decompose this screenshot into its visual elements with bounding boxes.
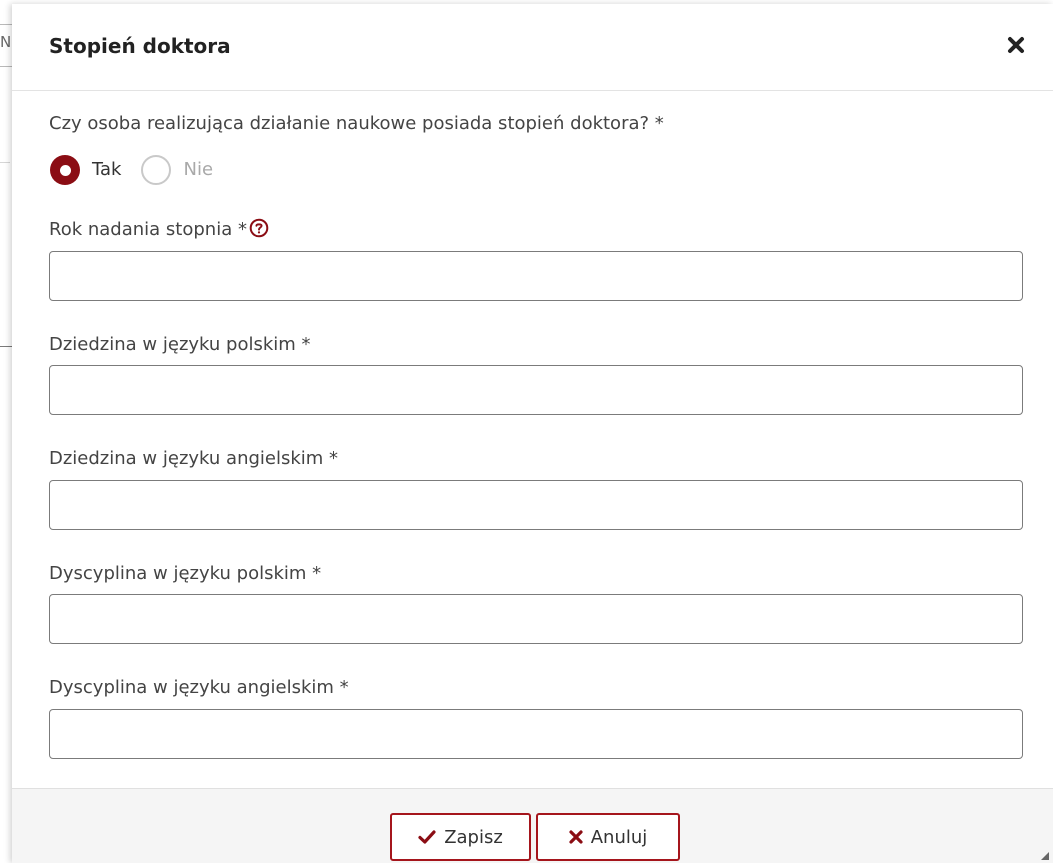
doctorate-question-label: Czy osoba realizująca działanie naukowe …	[49, 113, 664, 134]
field-pl-input[interactable]	[49, 365, 1023, 415]
field-en-label: Dziedzina w języku angielskim *	[49, 448, 339, 469]
doctorate-dialog: Stopień doktora Czy osoba realizująca dz…	[12, 4, 1053, 863]
radio-checked-indicator[interactable]	[50, 155, 80, 185]
radio-option-label: Tak	[92, 159, 122, 180]
resize-grip-icon[interactable]	[1039, 850, 1049, 860]
year-label-row: Rok nadania stopnia *	[49, 218, 269, 244]
cancel-button[interactable]: Anuluj	[536, 813, 680, 861]
save-button-label: Zapisz	[444, 826, 503, 848]
background-divider	[0, 346, 12, 347]
background-text-fragment: N	[0, 33, 12, 51]
background-divider	[0, 66, 12, 67]
radio-option-tak[interactable]: Tak	[50, 155, 121, 185]
discipline-en-label: Dyscyplina w języku angielskim *	[49, 677, 349, 698]
dialog-header: Stopień doktora	[12, 4, 1053, 91]
save-button[interactable]: Zapisz	[390, 813, 531, 861]
page: N Stopień doktora Czy osoba realizująca …	[0, 0, 1053, 863]
background-divider	[0, 24, 12, 25]
times-icon	[569, 830, 583, 844]
dialog-title: Stopień doktora	[49, 34, 231, 58]
discipline-en-input[interactable]	[49, 709, 1023, 759]
year-label: Rok nadania stopnia *	[49, 219, 247, 240]
background-divider	[0, 162, 10, 163]
close-button[interactable]	[1001, 30, 1031, 60]
year-input[interactable]	[49, 251, 1023, 301]
question-circle-icon[interactable]	[249, 218, 269, 244]
cancel-button-label: Anuluj	[590, 826, 648, 848]
doctorate-radio-group: Tak Nie	[50, 153, 233, 187]
dialog-footer: Zapisz Anuluj	[12, 788, 1053, 863]
discipline-pl-input[interactable]	[49, 594, 1023, 644]
close-icon	[1008, 37, 1024, 53]
radio-unchecked-indicator[interactable]	[141, 155, 172, 185]
radio-option-nie[interactable]: Nie	[141, 155, 213, 185]
field-en-input[interactable]	[49, 480, 1023, 530]
check-icon	[418, 829, 436, 845]
discipline-pl-label: Dyscyplina w języku polskim *	[49, 563, 322, 584]
field-pl-label: Dziedzina w języku polskim *	[49, 334, 311, 355]
radio-option-label: Nie	[183, 159, 214, 180]
